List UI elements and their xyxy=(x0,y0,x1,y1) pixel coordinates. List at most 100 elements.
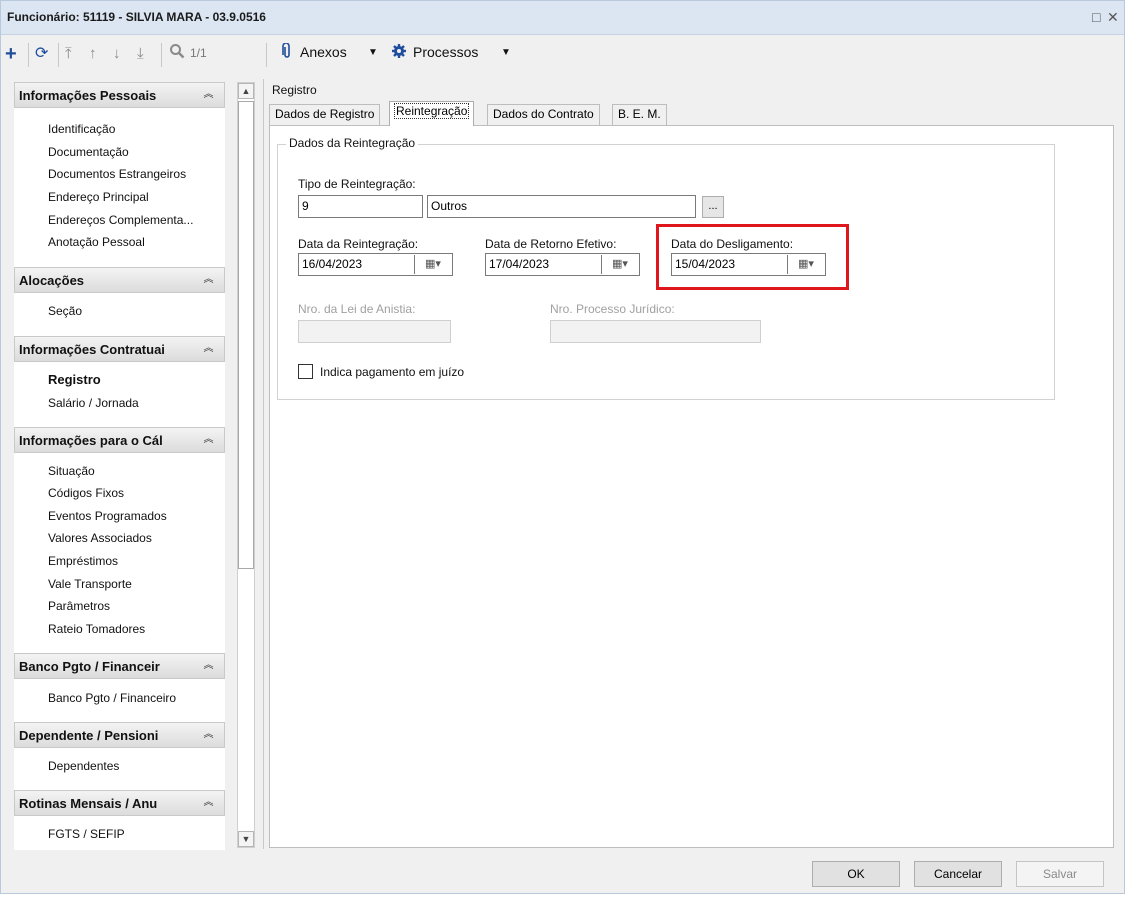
sidebar-group-title: Informações Pessoais xyxy=(19,88,157,103)
tab-panel-reintegracao: Dados da Reintegração Tipo de Reintegraç… xyxy=(269,125,1114,848)
sidebar-item-anotacao-pessoal[interactable]: Anotação Pessoal xyxy=(48,235,145,249)
data-retorno-label: Data de Retorno Efetivo: xyxy=(485,237,617,251)
sidebar-group-header[interactable]: Dependente / Pensioni ︽ xyxy=(14,722,225,748)
calendar-icon[interactable]: ▦▾ xyxy=(414,255,451,274)
refresh-icon[interactable]: ⟳ xyxy=(35,42,48,66)
processo-juridico-input xyxy=(550,320,761,343)
save-button[interactable]: Salvar xyxy=(1016,861,1104,887)
attachments-button[interactable]: Anexos xyxy=(300,44,347,60)
collapse-icon[interactable]: ︽ xyxy=(201,341,216,356)
processes-button[interactable]: Processos xyxy=(413,44,478,60)
sidebar-item-fgts-sefip[interactable]: FGTS / SEFIP xyxy=(48,827,125,841)
sidebar-group-header[interactable]: Informações Contratuai ︽ xyxy=(14,336,225,362)
fieldset-legend: Dados da Reintegração xyxy=(286,136,419,150)
reintegration-fieldset: Dados da Reintegração Tipo de Reintegraç… xyxy=(277,136,1055,400)
sidebar-group-header[interactable]: Rotinas Mensais / Anu ︽ xyxy=(14,790,225,816)
ok-button[interactable]: OK xyxy=(812,861,900,887)
sidebar-group-header[interactable]: Banco Pgto / Financeir ︽ xyxy=(14,653,225,679)
pagamento-juizo-label[interactable]: Indica pagamento em juízo xyxy=(320,365,464,379)
toolbar-separator xyxy=(266,43,267,67)
sidebar-item-dependentes[interactable]: Dependentes xyxy=(48,759,119,773)
main-form: Registro Dados de Registro Reintegração … xyxy=(269,81,1114,848)
sidebar-group-header[interactable]: Alocações ︽ xyxy=(14,267,225,293)
tab-reintegracao[interactable]: Reintegração xyxy=(389,101,475,126)
sidebar-group-title: Rotinas Mensais / Anu xyxy=(19,796,158,811)
sidebar-item-vale-transporte[interactable]: Vale Transporte xyxy=(48,577,132,591)
attachments-dropdown-icon[interactable]: ▼ xyxy=(368,47,378,58)
restore-icon[interactable]: □ xyxy=(1092,9,1100,25)
sidebar-item-emprestimos[interactable]: Empréstimos xyxy=(48,554,118,568)
data-reintegracao-label: Data da Reintegração: xyxy=(298,237,419,251)
sidebar-item-banco-pgto[interactable]: Banco Pgto / Financeiro xyxy=(48,691,176,705)
scrollbar-thumb[interactable] xyxy=(238,101,254,569)
tab-bem[interactable]: B. E. M. xyxy=(612,104,667,125)
panel-divider xyxy=(263,79,264,849)
paperclip-icon[interactable] xyxy=(282,42,292,66)
lookup-button[interactable]: ... xyxy=(702,196,724,218)
sidebar-item-codigos-fixos[interactable]: Códigos Fixos xyxy=(48,486,124,500)
collapse-icon[interactable]: ︽ xyxy=(201,432,216,447)
data-retorno-value: 17/04/2023 xyxy=(489,257,550,271)
data-reintegracao-value: 16/04/2023 xyxy=(302,257,363,271)
collapse-icon[interactable]: ︽ xyxy=(201,272,216,287)
pagamento-juizo-checkbox[interactable] xyxy=(298,364,313,379)
cancel-button[interactable]: Cancelar xyxy=(914,861,1002,887)
toolbar-separator xyxy=(161,43,162,67)
tipo-reintegracao-description-input[interactable]: Outros xyxy=(427,195,696,218)
sidebar-group-header[interactable]: Informações Pessoais ︽ xyxy=(14,82,225,108)
tipo-reintegracao-code-input[interactable]: 9 xyxy=(298,195,423,218)
sidebar-group-title: Alocações xyxy=(19,273,85,288)
sidebar-scrollbar[interactable]: ▲ ▼ xyxy=(237,82,255,848)
sidebar-item-secao[interactable]: Seção xyxy=(48,304,82,318)
sidebar-item-identificacao[interactable]: Identificação xyxy=(48,122,115,136)
scroll-up-icon[interactable]: ▲ xyxy=(238,83,254,99)
last-record-icon[interactable]: ⤓ xyxy=(137,42,144,66)
next-record-icon[interactable]: ↓ xyxy=(113,42,121,66)
add-icon[interactable]: + xyxy=(5,42,17,66)
tab-dados-de-registro[interactable]: Dados de Registro xyxy=(269,104,381,125)
sidebar-item-documentos-estrangeiros[interactable]: Documentos Estrangeiros xyxy=(48,167,186,181)
collapse-icon[interactable]: ︽ xyxy=(201,658,216,673)
first-record-icon[interactable]: ⤒ xyxy=(65,42,72,66)
sidebar-item-salario-jornada[interactable]: Salário / Jornada xyxy=(48,396,139,410)
sidebar-item-enderecos-complementares[interactable]: Endereços Complementa... xyxy=(48,213,193,227)
sidebar-item-registro[interactable]: Registro xyxy=(48,372,101,387)
tab-dados-do-contrato[interactable]: Dados do Contrato xyxy=(487,104,600,125)
scroll-down-icon[interactable]: ▼ xyxy=(238,831,254,847)
close-icon[interactable]: ✕ xyxy=(1107,9,1119,25)
employee-window: Funcionário: 51119 - SILVIA MARA - 03.9.… xyxy=(0,0,1125,894)
collapse-icon[interactable]: ︽ xyxy=(201,87,216,102)
footer: OK Cancelar Salvar xyxy=(1,852,1124,894)
sidebar-item-situacao[interactable]: Situação xyxy=(48,464,95,478)
sidebar-item-endereco-principal[interactable]: Endereço Principal xyxy=(48,190,149,204)
sidebar: Informações Pessoais ︽ Identificação Doc… xyxy=(14,82,225,850)
record-count: 1/1 xyxy=(190,46,207,60)
tipo-reintegracao-label: Tipo de Reintegração: xyxy=(298,177,416,191)
sidebar-group-title: Informações para o Cál xyxy=(19,433,163,448)
lei-anistia-input xyxy=(298,320,451,343)
data-reintegracao-input[interactable]: 16/04/2023 ▦▾ xyxy=(298,253,453,276)
section-label: Registro xyxy=(272,83,317,97)
sidebar-item-parametros[interactable]: Parâmetros xyxy=(48,599,110,613)
highlight-box xyxy=(656,224,849,290)
collapse-icon[interactable]: ︽ xyxy=(201,795,216,810)
processes-dropdown-icon[interactable]: ▼ xyxy=(501,47,511,58)
calendar-icon[interactable]: ▦▾ xyxy=(601,255,638,274)
sidebar-item-valores-associados[interactable]: Valores Associados xyxy=(48,531,152,545)
sidebar-item-documentacao[interactable]: Documentação xyxy=(48,145,129,159)
sidebar-item-rateio-tomadores[interactable]: Rateio Tomadores xyxy=(48,622,145,636)
processo-juridico-label: Nro. Processo Jurídico: xyxy=(550,302,675,316)
sidebar-group-header[interactable]: Informações para o Cál ︽ xyxy=(14,427,225,453)
previous-record-icon[interactable]: ↑ xyxy=(89,42,97,66)
sidebar-group-title: Banco Pgto / Financeir xyxy=(19,659,160,674)
sidebar-item-eventos-programados[interactable]: Eventos Programados xyxy=(48,509,167,523)
search-icon[interactable] xyxy=(169,42,185,66)
data-retorno-input[interactable]: 17/04/2023 ▦▾ xyxy=(485,253,640,276)
collapse-icon[interactable]: ︽ xyxy=(201,727,216,742)
sidebar-group-title: Dependente / Pensioni xyxy=(19,728,159,743)
title-bar: Funcionário: 51119 - SILVIA MARA - 03.9.… xyxy=(1,1,1124,35)
window-title: Funcionário: 51119 - SILVIA MARA - 03.9.… xyxy=(7,10,266,24)
toolbar-separator xyxy=(28,43,29,67)
toolbar: + ⟳ ⤒ ↑ ↓ ⤓ 1/1 Anexos ▼ Processos ▼ xyxy=(1,36,1124,74)
gear-icon[interactable] xyxy=(391,42,407,66)
